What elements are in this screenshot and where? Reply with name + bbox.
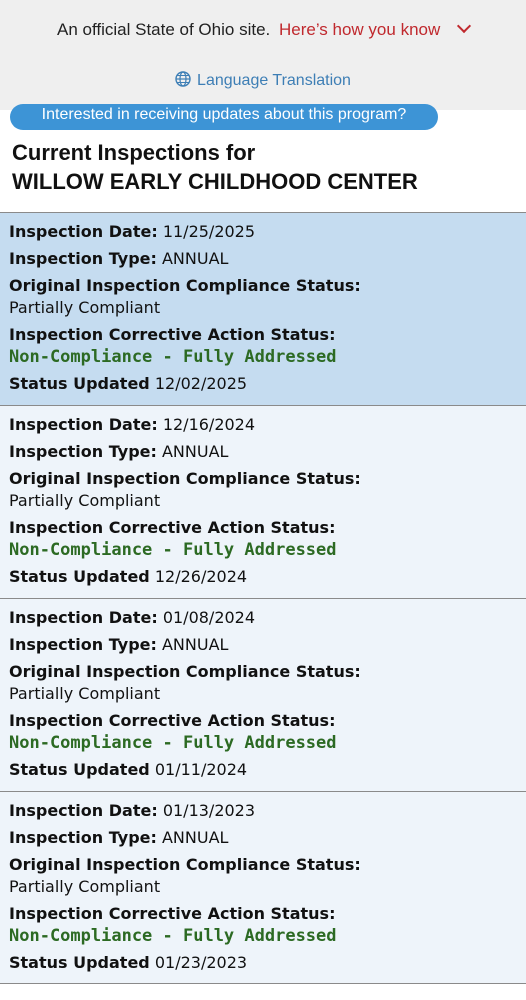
inspection-date-row: Inspection Date: 01/08/2024: [9, 607, 526, 629]
official-site-row: An official State of Ohio site. Here’s h…: [0, 18, 526, 40]
inspection-date-label: Inspection Date:: [9, 222, 158, 241]
inspection-date-row: Inspection Date: 12/16/2024: [9, 414, 526, 436]
inspection-date-label: Inspection Date:: [9, 801, 158, 820]
corrective-status-value: Non-Compliance - Fully Addressed: [9, 347, 337, 367]
how-you-know-link[interactable]: Here’s how you know: [279, 20, 440, 39]
inspection-type-row: Inspection Type: ANNUAL: [9, 441, 526, 463]
inspection-date-label: Inspection Date:: [9, 415, 158, 434]
chevron-down-icon[interactable]: [456, 18, 472, 34]
status-updated-row: Status Updated 01/23/2023: [9, 952, 526, 974]
original-status-label: Original Inspection Compliance Status:: [9, 662, 361, 681]
status-updated-row: Status Updated 12/02/2025: [9, 373, 526, 395]
inspection-type-label: Inspection Type:: [9, 828, 157, 847]
facility-name: WILLOW EARLY CHILDHOOD CENTER: [12, 169, 418, 194]
inspection-type-value: ANNUAL: [161, 442, 229, 461]
original-status-label: Original Inspection Compliance Status:: [9, 276, 361, 295]
status-updated-value: 12/26/2024: [154, 567, 248, 586]
status-updated-row: Status Updated 01/11/2024: [9, 759, 526, 781]
inspection-type-value: ANNUAL: [161, 249, 229, 268]
corrective-status-value: Non-Compliance - Fully Addressed: [9, 926, 337, 946]
status-updated-value: 12/02/2025: [154, 374, 248, 393]
official-site-text: An official State of Ohio site.: [57, 20, 271, 39]
status-updated-row: Status Updated 12/26/2024: [9, 566, 526, 588]
corrective-status-label: Inspection Corrective Action Status:: [9, 325, 336, 344]
corrective-status-label: Inspection Corrective Action Status:: [9, 518, 336, 537]
original-status-label: Original Inspection Compliance Status:: [9, 469, 361, 488]
corrective-status-value: Non-Compliance - Fully Addressed: [9, 540, 337, 560]
original-status-value: Partially Compliant: [9, 298, 161, 317]
globe-icon: [175, 71, 191, 87]
inspection-date-row: Inspection Date: 01/13/2023: [9, 800, 526, 822]
status-updated-value: 01/23/2023: [154, 953, 248, 972]
original-status-value: Partially Compliant: [9, 491, 161, 510]
inspection-card: Inspection Date: 11/25/2025 Inspection T…: [0, 212, 526, 405]
corrective-status-label: Inspection Corrective Action Status:: [9, 711, 336, 730]
inspections-list: Inspection Date: 11/25/2025 Inspection T…: [0, 212, 526, 984]
status-updated-label: Status Updated: [9, 760, 150, 779]
corrective-status-label: Inspection Corrective Action Status:: [9, 904, 336, 923]
language-translation-label: Language Translation: [197, 72, 351, 89]
inspection-type-value: ANNUAL: [161, 635, 229, 654]
inspection-type-label: Inspection Type:: [9, 442, 157, 461]
original-status-value: Partially Compliant: [9, 877, 161, 896]
gov-banner: An official State of Ohio site. Here’s h…: [0, 0, 526, 110]
inspection-date-row: Inspection Date: 11/25/2025: [9, 221, 526, 243]
language-translation-link[interactable]: Language Translation: [0, 71, 526, 91]
updates-signup-label: Interested in receiving updates about th…: [41, 106, 407, 123]
inspection-type-row: Inspection Type: ANNUAL: [9, 827, 526, 849]
inspection-card: Inspection Date: 01/13/2023 Inspection T…: [0, 791, 526, 984]
inspection-card: Inspection Date: 12/16/2024 Inspection T…: [0, 405, 526, 598]
updates-signup-button[interactable]: Interested in receiving updates about th…: [10, 104, 438, 130]
original-status-label: Original Inspection Compliance Status:: [9, 855, 361, 874]
status-updated-label: Status Updated: [9, 374, 150, 393]
inspection-date-value: 01/13/2023: [162, 801, 256, 820]
inspection-date-label: Inspection Date:: [9, 608, 158, 627]
status-updated-value: 01/11/2024: [154, 760, 248, 779]
inspection-date-value: 12/16/2024: [162, 415, 256, 434]
inspection-type-value: ANNUAL: [161, 828, 229, 847]
status-updated-label: Status Updated: [9, 953, 150, 972]
original-status-value: Partially Compliant: [9, 684, 161, 703]
status-updated-label: Status Updated: [9, 567, 150, 586]
page-title-line1: Current Inspections for: [12, 140, 256, 165]
corrective-status-value: Non-Compliance - Fully Addressed: [9, 733, 337, 753]
inspection-type-label: Inspection Type:: [9, 249, 157, 268]
inspection-date-value: 01/08/2024: [162, 608, 256, 627]
inspection-type-row: Inspection Type: ANNUAL: [9, 634, 526, 656]
inspection-type-label: Inspection Type:: [9, 635, 157, 654]
page-title: Current Inspections for WILLOW EARLY CHI…: [12, 138, 512, 196]
inspection-type-row: Inspection Type: ANNUAL: [9, 248, 526, 270]
inspection-date-value: 11/25/2025: [162, 222, 256, 241]
inspection-card: Inspection Date: 01/08/2024 Inspection T…: [0, 598, 526, 791]
